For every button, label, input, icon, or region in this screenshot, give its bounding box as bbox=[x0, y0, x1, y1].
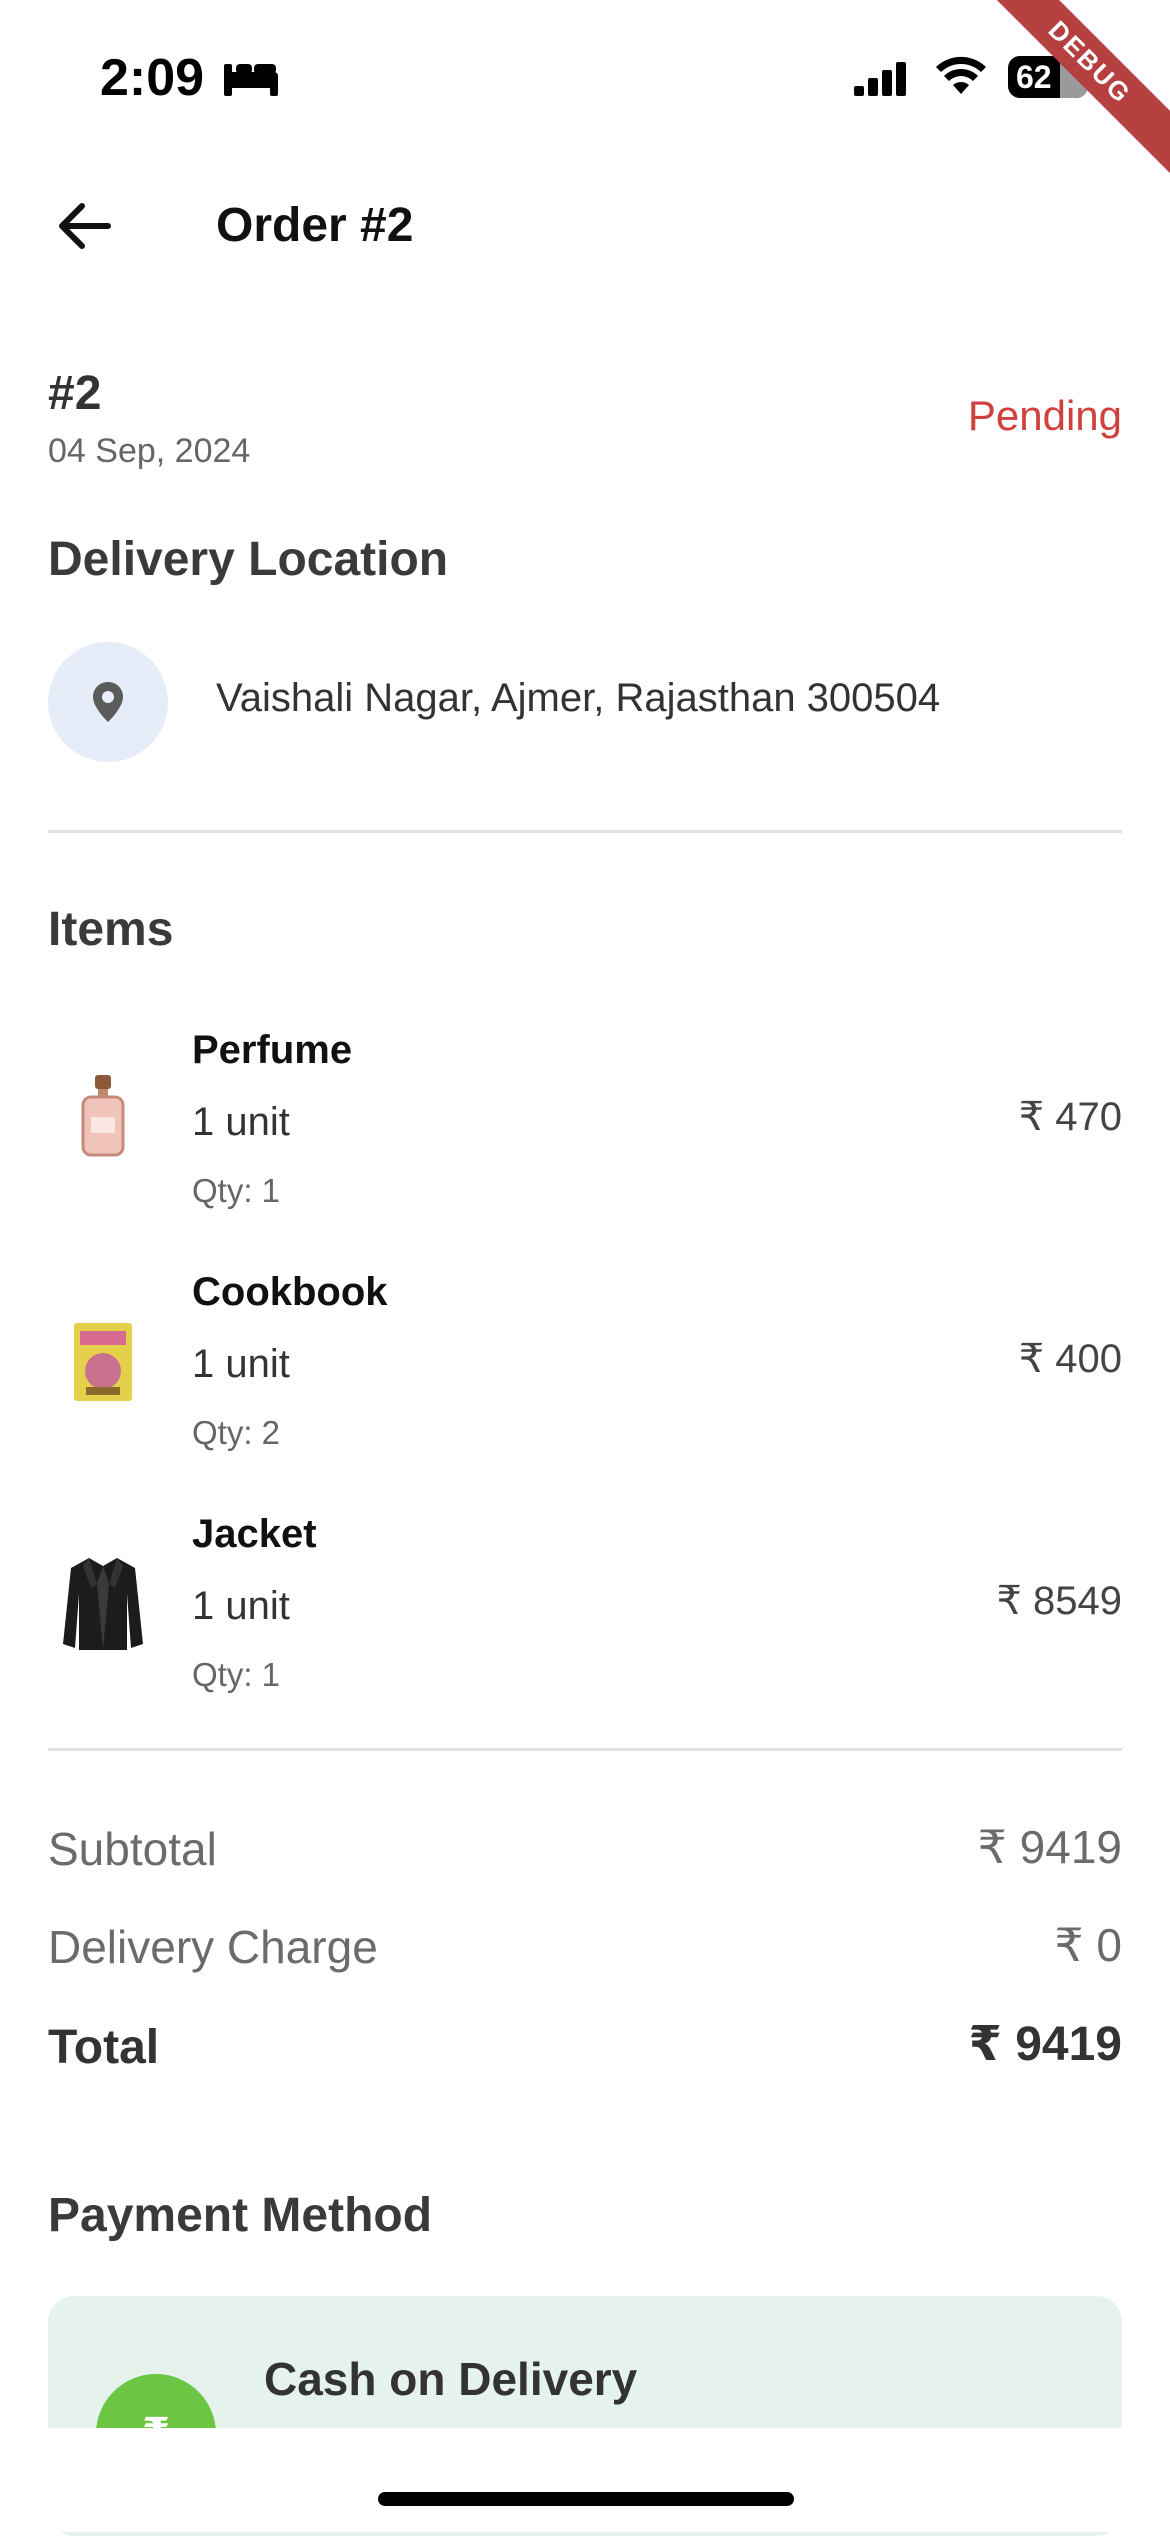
bottom-safe-area bbox=[0, 2428, 1170, 2532]
page-title: Order #2 bbox=[216, 199, 414, 252]
delivery-title: Delivery Location bbox=[48, 533, 449, 586]
subtotal-value: ₹ 9419 bbox=[977, 1821, 1122, 1873]
delivery-charge-label: Delivery Charge bbox=[48, 1921, 378, 1973]
book-image bbox=[48, 1302, 158, 1422]
home-indicator[interactable] bbox=[378, 2492, 794, 2506]
item-price: ₹ 8549 bbox=[996, 1579, 1122, 1623]
back-button[interactable] bbox=[48, 190, 120, 262]
signal-icon bbox=[854, 62, 906, 96]
total-label: Total bbox=[48, 2021, 160, 2074]
items-title: Items bbox=[48, 903, 174, 956]
status-time: 2:09 bbox=[100, 49, 205, 107]
location-pin-icon bbox=[93, 682, 123, 722]
item-qty: Qty: 1 bbox=[192, 1172, 281, 1209]
location-badge bbox=[48, 642, 168, 762]
item-unit: 1 unit bbox=[192, 1100, 290, 1144]
item-qty: Qty: 2 bbox=[192, 1414, 281, 1451]
bed-icon bbox=[224, 64, 278, 96]
battery-level: 62 bbox=[1016, 58, 1052, 95]
delivery-address: Vaishali Nagar, Ajmer, Rajasthan 300504 bbox=[216, 676, 941, 720]
order-date: 04 Sep, 2024 bbox=[48, 432, 251, 470]
divider bbox=[48, 830, 1122, 833]
total-value: ₹ 9419 bbox=[968, 2018, 1122, 2071]
wifi-icon bbox=[936, 56, 986, 94]
item-unit: 1 unit bbox=[192, 1584, 290, 1628]
order-status: Pending bbox=[967, 392, 1122, 439]
item-qty: Qty: 1 bbox=[192, 1656, 281, 1693]
item-price: ₹ 470 bbox=[1018, 1095, 1122, 1139]
delivery-charge-value: ₹ 0 bbox=[1054, 1919, 1122, 1971]
item-unit: 1 unit bbox=[192, 1342, 290, 1386]
subtotal-label: Subtotal bbox=[48, 1823, 217, 1875]
jacket-image bbox=[48, 1544, 158, 1664]
perfume-image bbox=[48, 1058, 158, 1178]
item-name: Cookbook bbox=[192, 1270, 388, 1314]
item-price: ₹ 400 bbox=[1018, 1337, 1122, 1381]
payment-title: Payment Method bbox=[48, 2189, 433, 2242]
order-number: #2 bbox=[48, 367, 102, 420]
item-name: Perfume bbox=[192, 1028, 353, 1072]
payment-method-label: Cash on Delivery bbox=[264, 2353, 638, 2405]
arrow-left-icon bbox=[59, 203, 111, 249]
divider bbox=[48, 1748, 1122, 1751]
item-name: Jacket bbox=[192, 1512, 317, 1556]
